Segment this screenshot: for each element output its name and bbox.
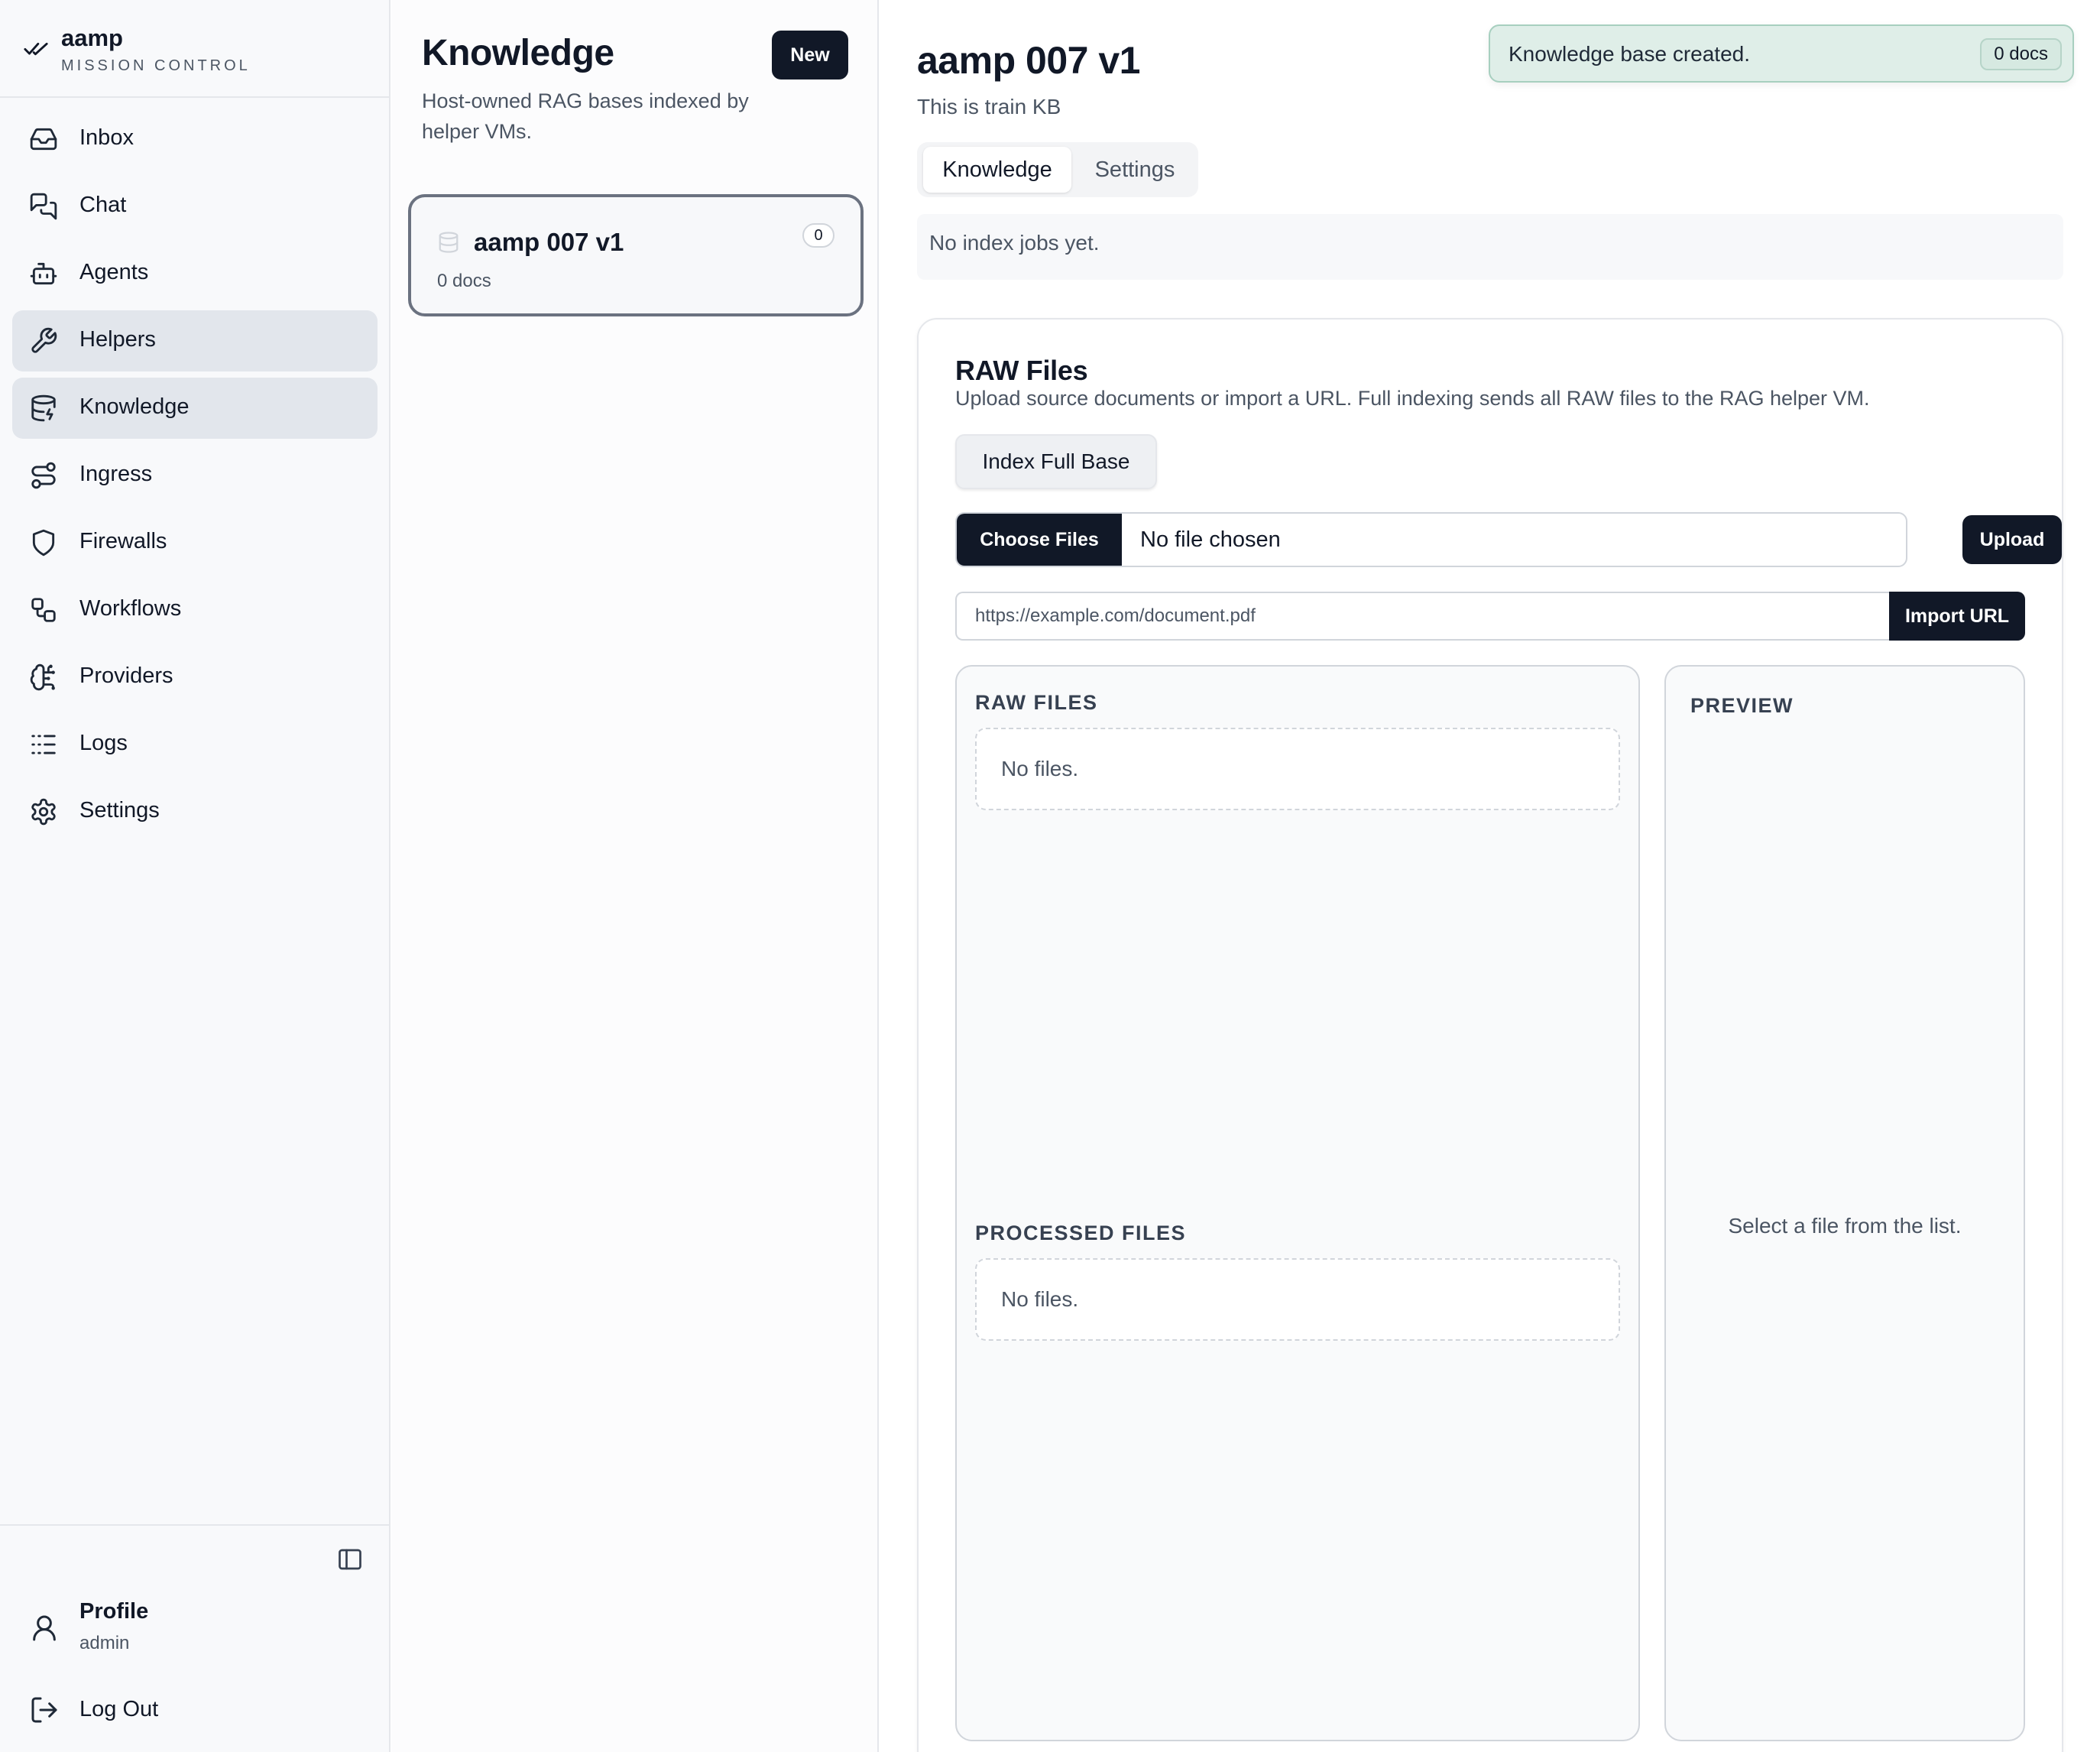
knowledge-base-card[interactable]: aamp 007 v1 0 docs 0: [408, 194, 864, 316]
sidebar-item-ingress[interactable]: Ingress: [12, 445, 378, 506]
raw-files-heading: RAW Files: [955, 355, 1088, 386]
sidebar-toggle-icon[interactable]: [336, 1546, 364, 1573]
url-input[interactable]: [955, 592, 1889, 641]
sidebar-item-settings[interactable]: Settings: [12, 781, 378, 842]
divider: [0, 96, 391, 98]
sidebar-item-label: Helpers: [79, 327, 156, 352]
database-icon: [29, 394, 58, 423]
sidebar-item-chat[interactable]: Chat: [12, 176, 378, 237]
sidebar-item-label: Settings: [79, 798, 160, 822]
divider: [0, 1524, 391, 1526]
profile-username: admin: [79, 1633, 130, 1653]
sidebar-item-workflows[interactable]: Workflows: [12, 579, 378, 641]
inbox-icon: [29, 125, 58, 154]
sidebar-item-label: Inbox: [79, 125, 134, 150]
brain-icon: [29, 663, 58, 692]
page-subtitle: This is train KB: [917, 95, 1061, 118]
sidebar-item-providers[interactable]: Providers: [12, 647, 378, 708]
knowledge-list-panel: Knowledge Host-owned RAG bases indexed b…: [391, 0, 879, 1752]
preview-label: PREVIEW: [1690, 694, 1794, 717]
import-url-button[interactable]: Import URL: [1889, 592, 2025, 641]
profile-label: Profile: [79, 1599, 149, 1624]
list-icon: [29, 730, 58, 759]
tab-settings[interactable]: Settings: [1076, 147, 1194, 193]
wrench-icon: [29, 326, 58, 355]
logout-label: Log Out: [79, 1697, 159, 1721]
knowledge-base-name: aamp 007 v1: [474, 228, 624, 256]
raw-files-empty: No files.: [975, 728, 1620, 810]
user-icon: [29, 1613, 60, 1643]
preview-hint: Select a file from the list.: [1728, 1214, 1962, 1238]
workflow-icon: [29, 595, 58, 625]
tab-bar: Knowledge Settings: [917, 142, 1198, 197]
database-icon: [437, 231, 460, 254]
sidebar-item-label: Logs: [79, 731, 128, 755]
sidebar-item-logs[interactable]: Logs: [12, 714, 378, 775]
toast-message: Knowledge base created.: [1509, 42, 1750, 66]
raw-files-label: RAW FILES: [975, 691, 1098, 714]
choose-files-button[interactable]: Choose Files: [957, 514, 1122, 566]
sidebar-nav: Inbox Chat Agents Helpers Knowledge Ingr…: [12, 109, 378, 848]
processed-files-empty: No files.: [975, 1258, 1620, 1341]
sidebar-item-inbox[interactable]: Inbox: [12, 109, 378, 170]
knowledge-detail: aamp 007 v1 This is train KB Knowledge b…: [880, 0, 2100, 1752]
gear-icon: [29, 797, 58, 826]
page-title: aamp 007 v1: [917, 39, 1140, 82]
shield-icon: [29, 528, 58, 557]
logout-button[interactable]: Log Out: [29, 1691, 365, 1729]
raw-files-empty-text: No files.: [1001, 757, 1079, 780]
new-knowledge-button[interactable]: New: [772, 31, 848, 79]
upload-button[interactable]: Upload: [1962, 515, 2062, 564]
sidebar-item-label: Knowledge: [79, 394, 190, 419]
processed-files-empty-text: No files.: [1001, 1287, 1079, 1311]
sidebar: aamp MISSION CONTROL Inbox Chat Agents H…: [0, 0, 391, 1752]
bot-icon: [29, 259, 58, 288]
file-picker[interactable]: Choose Files No file chosen: [955, 512, 1907, 567]
raw-files-description: Upload source documents or import a URL.…: [955, 387, 1870, 410]
no-file-label: No file chosen: [1140, 527, 1281, 552]
index-jobs-empty: No index jobs yet.: [929, 231, 1100, 255]
chat-icon: [29, 192, 58, 221]
brand-name: aamp: [61, 24, 123, 51]
sidebar-item-label: Agents: [79, 260, 149, 284]
sidebar-item-label: Firewalls: [79, 529, 167, 553]
index-jobs-panel: No index jobs yet.: [917, 214, 2063, 280]
sidebar-item-helpers[interactable]: Helpers: [12, 310, 378, 371]
sidebar-item-label: Chat: [79, 193, 127, 217]
log-out-icon: [29, 1695, 60, 1725]
brand-tagline: MISSION CONTROL: [61, 57, 251, 74]
sidebar-item-agents[interactable]: Agents: [12, 243, 378, 304]
route-icon: [29, 461, 58, 490]
sidebar-item-knowledge[interactable]: Knowledge: [12, 378, 378, 439]
tab-knowledge[interactable]: Knowledge: [923, 147, 1071, 193]
knowledge-base-doc-count: 0 docs: [437, 271, 491, 291]
sidebar-item-label: Workflows: [79, 596, 182, 621]
toast-badge: 0 docs: [1980, 38, 2062, 70]
processed-files-label: PROCESSED FILES: [975, 1222, 1187, 1244]
sidebar-item-firewalls[interactable]: Firewalls: [12, 512, 378, 573]
files-list: RAW FILES No files. PROCESSED FILES No f…: [955, 665, 1640, 1741]
knowledge-list-title: Knowledge: [422, 33, 614, 73]
sidebar-item-label: Ingress: [79, 462, 153, 486]
preview-panel: PREVIEW Select a file from the list.: [1664, 665, 2025, 1741]
profile-link[interactable]: Profile admin: [29, 1599, 365, 1668]
knowledge-list-description: Host-owned RAG bases indexed by helper V…: [422, 89, 749, 143]
raw-files-panel: RAW Files Upload source documents or imp…: [917, 318, 2063, 1752]
sidebar-item-label: Providers: [79, 663, 173, 688]
count-badge: 0: [802, 223, 834, 248]
check-icon: [23, 35, 49, 61]
index-full-base-button[interactable]: Index Full Base: [955, 434, 1157, 489]
toast-notification: Knowledge base created. 0 docs: [1489, 24, 2074, 83]
